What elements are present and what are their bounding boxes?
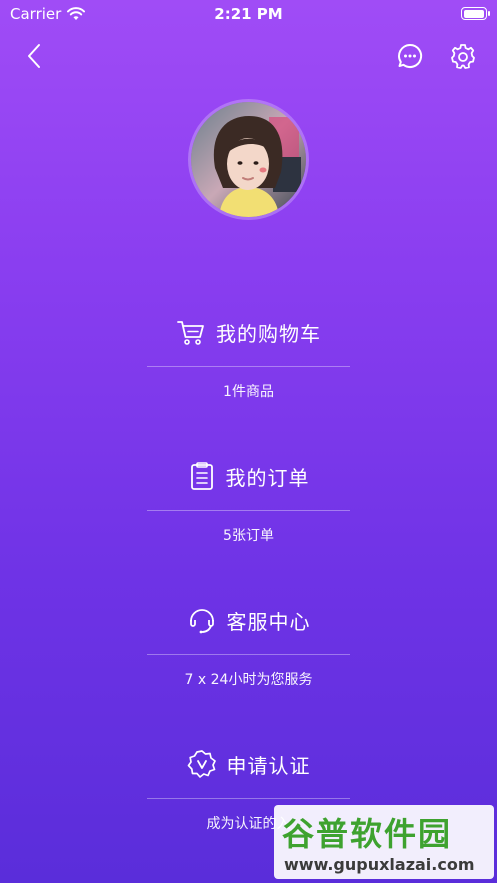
menu-support[interactable]: 客服中心 7 x 24小时为您服务 <box>0 600 497 689</box>
menu-orders-row[interactable]: 我的订单 <box>0 456 497 496</box>
menu-divider <box>147 798 350 799</box>
chat-bubble-icon <box>398 43 423 68</box>
menu-cart[interactable]: 我的购物车 1件商品 <box>0 312 497 401</box>
chevron-left-icon <box>28 44 40 68</box>
headset-icon <box>189 609 214 634</box>
menu-verification-title: 申请认证 <box>226 753 311 778</box>
menu-support-title: 客服中心 <box>226 609 311 634</box>
status-bar: Carrier 2:21 PM <box>0 0 497 30</box>
watermark-logo: 谷普软件园 www.gupuxlazai.com <box>274 805 494 879</box>
menu-cart-subtitle: 1件商品 <box>223 384 274 400</box>
battery-fill <box>463 9 484 18</box>
menu-divider <box>147 510 350 511</box>
menu-orders[interactable]: 我的订单 5张订单 <box>0 456 497 545</box>
menu-support-subtitle: 7 x 24小时为您服务 <box>184 672 313 688</box>
watermark-title: 谷普软件园 <box>282 815 453 853</box>
menu-cart-row[interactable]: 我的购物车 <box>0 312 497 352</box>
menu-verification-row[interactable]: 申请认证 <box>0 744 497 784</box>
avatar-photo <box>191 102 306 217</box>
settings-button[interactable] <box>447 40 479 72</box>
menu-divider <box>147 366 350 367</box>
menu-support-row[interactable]: 客服中心 <box>0 600 497 640</box>
menu-orders-subtitle: 5张订单 <box>223 528 274 544</box>
status-time: 2:21 PM <box>214 5 283 23</box>
gear-icon <box>451 44 475 69</box>
cart-icon <box>177 321 204 345</box>
back-button[interactable] <box>18 40 50 72</box>
clipboard-icon <box>190 462 213 490</box>
menu-cart-title: 我的购物车 <box>216 321 321 346</box>
message-button[interactable] <box>394 40 426 72</box>
menu-orders-title: 我的订单 <box>225 465 310 490</box>
badge-check-icon <box>187 750 216 778</box>
avatar[interactable] <box>191 102 306 217</box>
battery-icon <box>461 7 490 20</box>
menu-divider <box>147 654 350 655</box>
watermark-url: www.gupuxlazai.com <box>284 855 475 874</box>
